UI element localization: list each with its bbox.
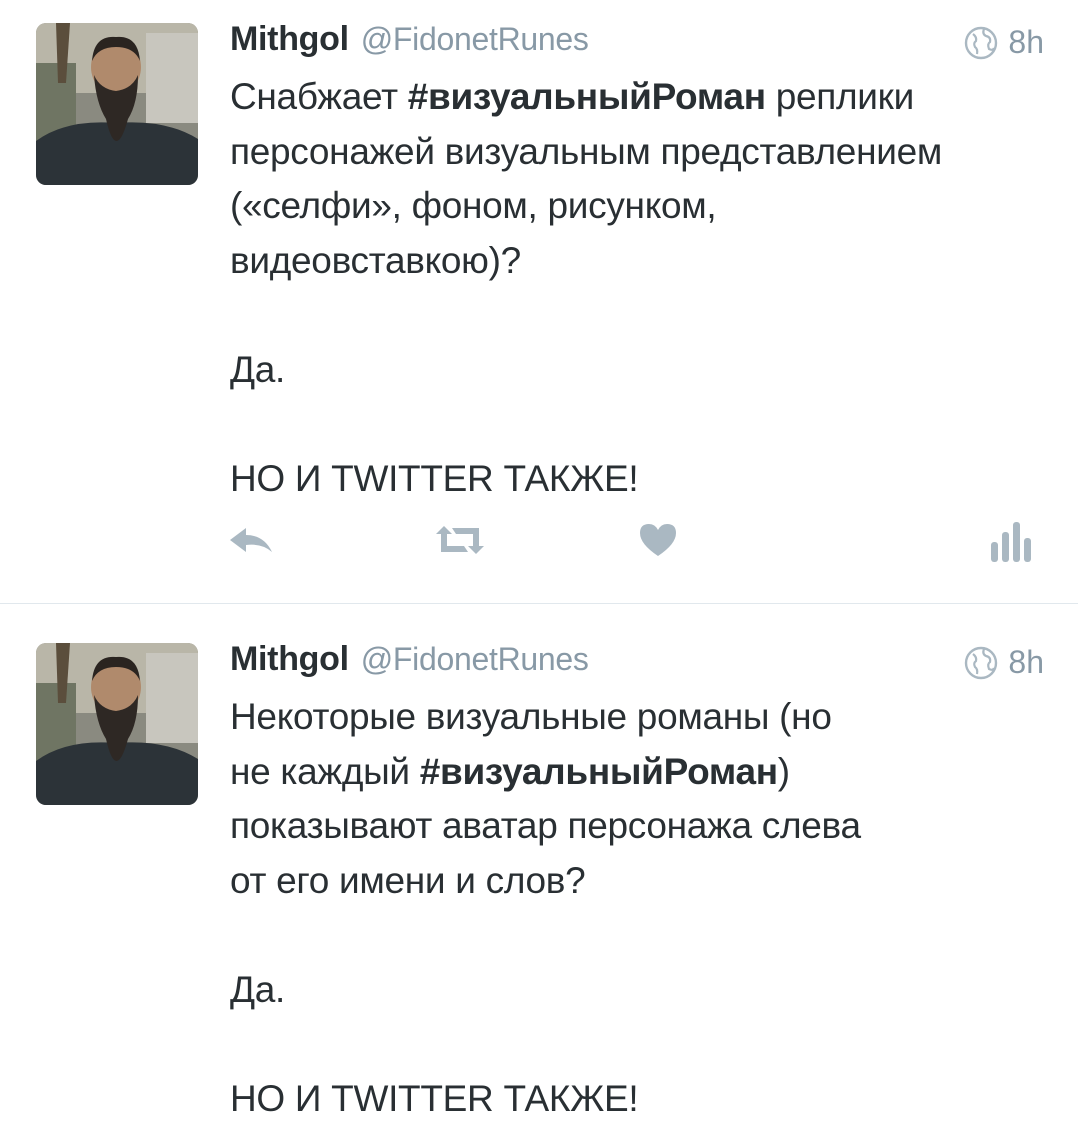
tweet[interactable]: Mithgol @FidonetRunes 8h Некоторые визуал… xyxy=(0,604,1078,1124)
tweet-header: Mithgol @FidonetRunes 8h xyxy=(230,640,1044,684)
tweet-text-line: видеовставкою)? xyxy=(230,234,1040,289)
reply-button[interactable] xyxy=(228,520,276,560)
user-handle[interactable]: @FidonetRunes xyxy=(361,641,589,677)
like-button[interactable] xyxy=(638,520,678,560)
tweet-header: Mithgol @FidonetRunes 8h xyxy=(230,20,1044,64)
tweet-text-line: от его имени и слов? xyxy=(230,854,1040,909)
tweet-text-line: Да. xyxy=(230,343,1040,398)
avatar[interactable] xyxy=(36,643,198,805)
hashtag-link[interactable]: #визуальныйРоман xyxy=(420,751,778,792)
hashtag-link[interactable]: #визуальныйРоман xyxy=(408,76,766,117)
tweet-text-line: НО И TWITTER ТАКЖЕ! xyxy=(230,1072,1040,1126)
tweet-text-line: не каждый #визуальныйРоман) xyxy=(230,745,1040,800)
text-segment: ) xyxy=(778,751,790,792)
heart-icon xyxy=(638,520,678,560)
tweet-actions xyxy=(0,520,1078,570)
tweet-meta: 8h xyxy=(964,644,1044,681)
globe-icon xyxy=(964,646,998,680)
text-segment: не каждый xyxy=(230,751,420,792)
retweet-icon xyxy=(432,520,488,560)
blank-line xyxy=(230,397,1040,452)
user-name[interactable]: Mithgol xyxy=(230,20,349,58)
tweet-time[interactable]: 8h xyxy=(1008,644,1044,681)
blank-line xyxy=(230,288,1040,343)
blank-line xyxy=(230,1017,1040,1072)
tweet-text-line: НО И TWITTER ТАКЖЕ! xyxy=(230,452,1040,507)
tweet[interactable]: Mithgol @FidonetRunes 8h Снабжает #визуал… xyxy=(0,0,1078,603)
text-segment: реплики xyxy=(766,76,914,117)
tweet-text-line: Некоторые визуальные романы (но xyxy=(230,690,1040,745)
tweet-time[interactable]: 8h xyxy=(1008,24,1044,61)
analytics-icon xyxy=(991,520,1031,564)
analytics-button[interactable] xyxy=(991,520,1031,564)
tweet-text: Снабжает #визуальныйРоман реплики персон… xyxy=(230,70,1040,506)
tweet-meta: 8h xyxy=(964,24,1044,61)
text-segment: Снабжает xyxy=(230,76,408,117)
tweet-text: Некоторые визуальные романы (но не кажды… xyxy=(230,690,1040,1126)
tweet-text-line: («селфи», фоном, рисунком, xyxy=(230,179,1040,234)
user-name[interactable]: Mithgol xyxy=(230,640,349,678)
tweet-text-line: показывают аватар персонажа слева xyxy=(230,799,1040,854)
globe-icon xyxy=(964,26,998,60)
retweet-button[interactable] xyxy=(432,520,488,560)
blank-line xyxy=(230,908,1040,963)
tweet-text-line: персонажей визуальным представлением xyxy=(230,125,1040,180)
tweet-text-line: Да. xyxy=(230,963,1040,1018)
reply-icon xyxy=(228,520,276,560)
user-handle[interactable]: @FidonetRunes xyxy=(361,21,589,57)
tweet-text-line: Снабжает #визуальныйРоман реплики xyxy=(230,70,1040,125)
avatar[interactable] xyxy=(36,23,198,185)
